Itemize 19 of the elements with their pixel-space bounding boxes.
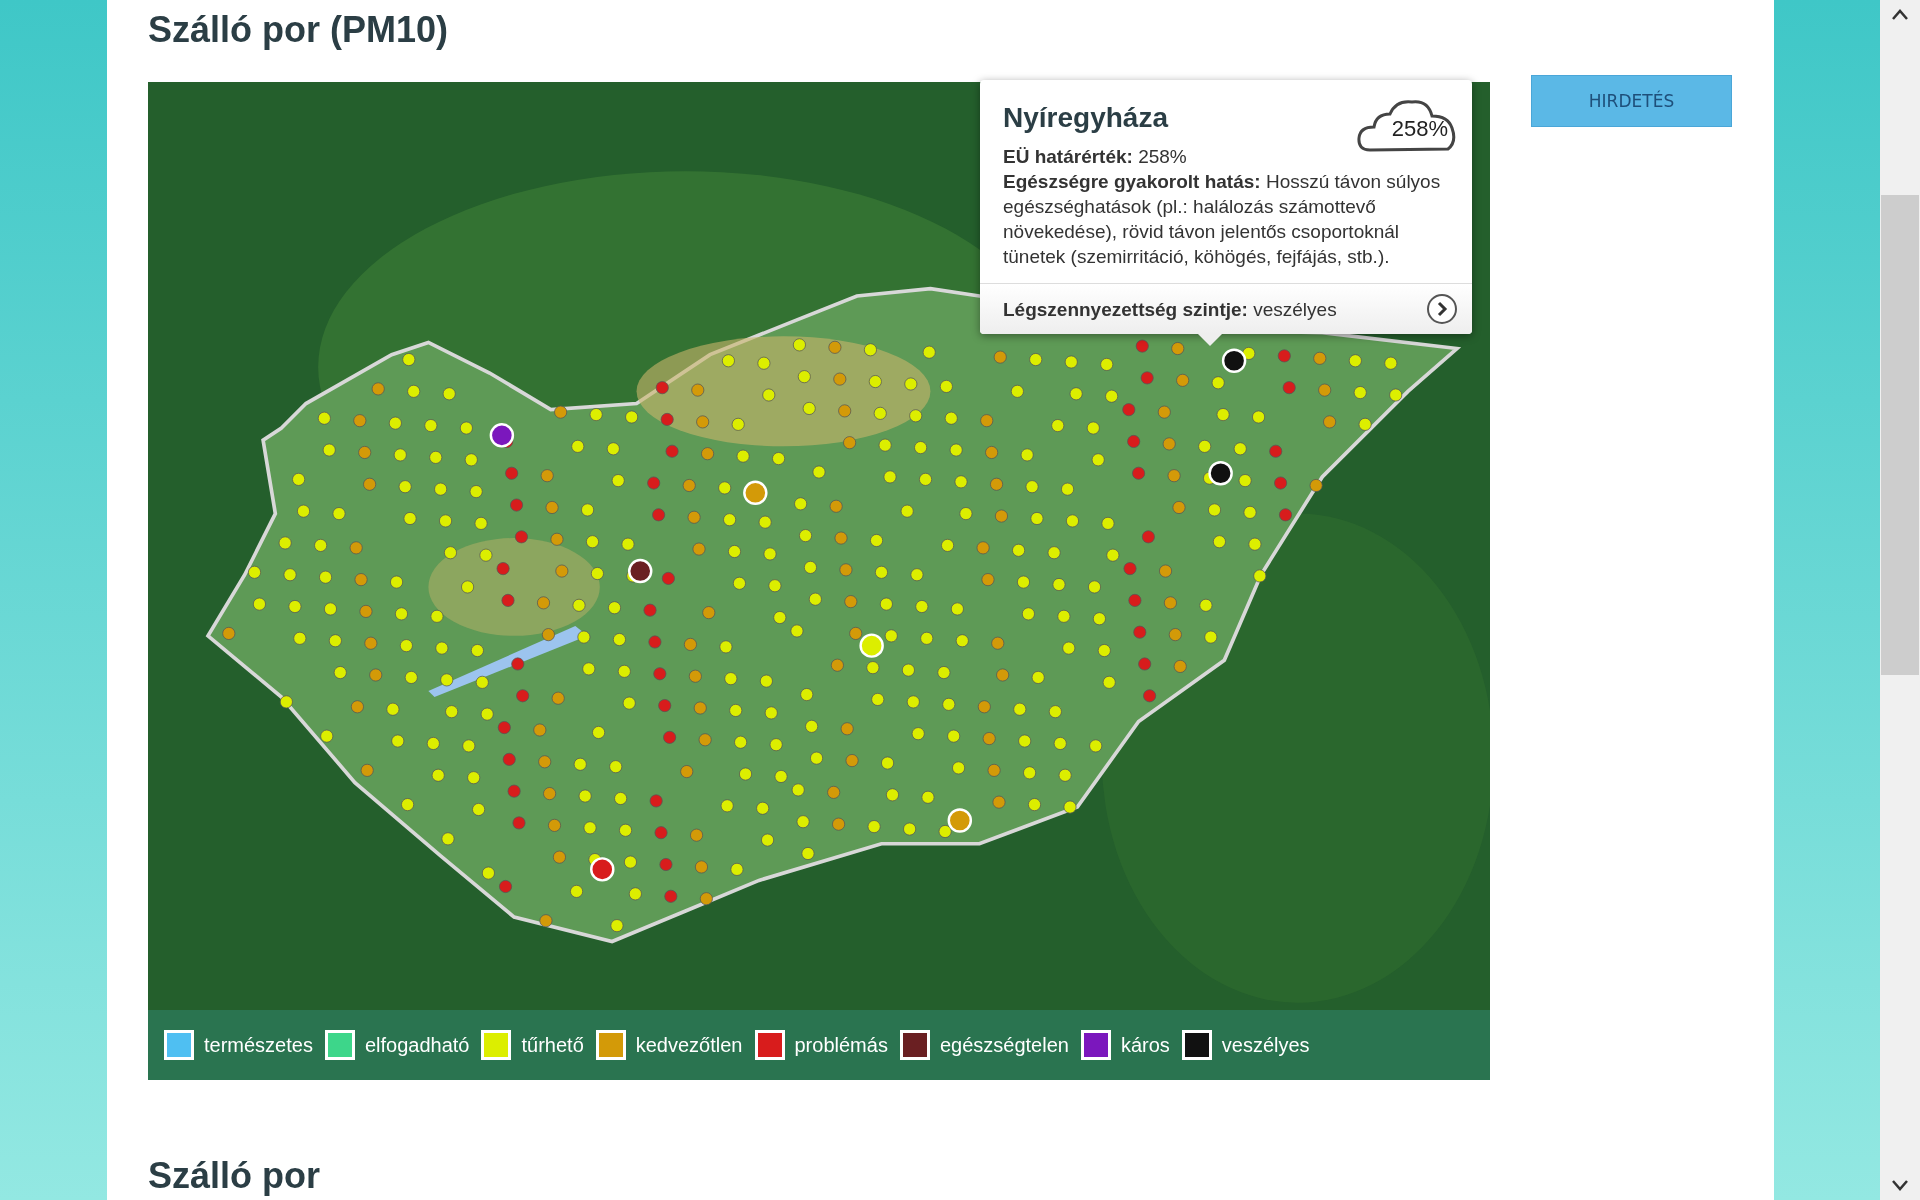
section-title: Szálló por xyxy=(148,1154,322,1198)
legend-label: problémás xyxy=(794,1033,888,1057)
legend-label: káros xyxy=(1120,1033,1170,1057)
legend-label: kedvezőtlen xyxy=(635,1033,743,1057)
legend-label: elfogadható xyxy=(364,1033,470,1057)
city-name: Nyíregyháza xyxy=(1003,102,1168,134)
chevron-right-icon[interactable] xyxy=(1426,293,1458,325)
percent-value: 258% xyxy=(1391,116,1448,142)
limit-value: EÜ határérték: 258% xyxy=(1003,145,1188,169)
scrollbar-thumb[interactable] xyxy=(1881,195,1919,675)
legend-label: tűrhető xyxy=(521,1033,584,1057)
tooltip-pointer xyxy=(1198,334,1222,346)
ad-button[interactable]: HIRDETÉS xyxy=(1531,75,1732,127)
pollution-level-text: Légszennyezettség szintje: veszélyes xyxy=(1003,297,1337,322)
legend-label: veszélyes xyxy=(1221,1033,1310,1057)
legend-label: egészségtelen xyxy=(939,1033,1069,1057)
legend-label: természetes xyxy=(204,1033,313,1057)
page-title: Szálló por (PM10) xyxy=(148,8,450,52)
health-effect-text: Egészségre gyakorolt hatás: Hosszú távon súlyos egészséghatások (pl.: halálozás számottevő növekedése), rövid távon jelentős csoportoknál tünetek (szemirritáció, köhögés, fejfájás, stb.). xyxy=(1003,170,1442,269)
